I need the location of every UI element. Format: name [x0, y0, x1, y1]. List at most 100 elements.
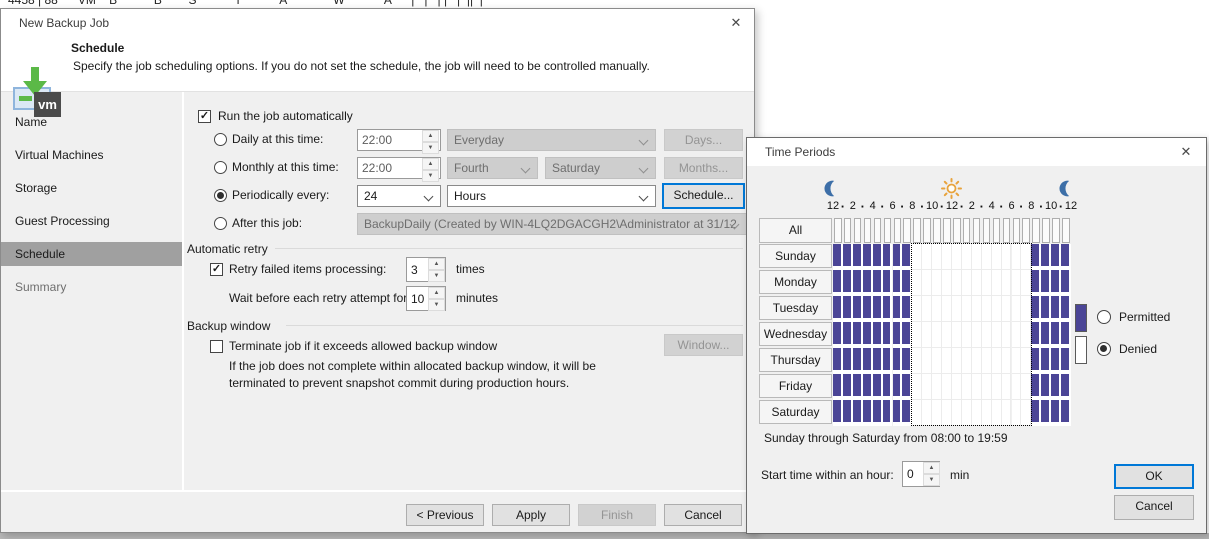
grid-cell[interactable] [1021, 348, 1031, 374]
grid-cell[interactable] [1051, 270, 1061, 296]
grid-cell[interactable] [992, 244, 1002, 270]
start-time-spinner[interactable]: ▲▼ [923, 462, 940, 486]
grid-cell[interactable] [853, 322, 863, 348]
grid-cell[interactable] [893, 270, 903, 296]
grid-cell[interactable] [952, 244, 962, 270]
hour-header-cell[interactable] [1032, 218, 1040, 243]
grid-cell[interactable] [982, 296, 992, 322]
grid-cell[interactable] [972, 322, 982, 348]
hour-header-cell[interactable] [973, 218, 981, 243]
grid-cell[interactable] [902, 400, 912, 426]
grid-cell[interactable] [982, 244, 992, 270]
grid-cell[interactable] [982, 374, 992, 400]
grid-cell[interactable] [873, 322, 883, 348]
grid-cell[interactable] [1021, 374, 1031, 400]
grid-cell[interactable] [1021, 400, 1031, 426]
grid-cell[interactable] [883, 400, 893, 426]
monthly-week-dropdown[interactable]: Fourth [447, 157, 538, 179]
grid-cell[interactable] [863, 374, 873, 400]
grid-cell[interactable] [1012, 400, 1022, 426]
grid-cell[interactable] [1002, 322, 1012, 348]
grid-cell[interactable] [992, 400, 1002, 426]
grid-cell[interactable] [972, 374, 982, 400]
sidebar-item-schedule[interactable]: Schedule [1, 242, 182, 266]
hour-header-cell[interactable] [1042, 218, 1050, 243]
grid-cell[interactable] [863, 400, 873, 426]
ok-button[interactable]: OK [1114, 464, 1194, 489]
day-cell-saturday[interactable]: Saturday [759, 400, 832, 424]
spin-down-icon[interactable]: ▼ [923, 474, 940, 486]
grid-cell[interactable] [863, 348, 873, 374]
grid-cell[interactable] [863, 244, 873, 270]
after-job-radio[interactable] [214, 217, 227, 230]
wait-minutes-spinner[interactable]: ▲▼ [428, 287, 445, 310]
grid-cell[interactable] [1021, 244, 1031, 270]
grid-cell[interactable] [902, 296, 912, 322]
grid-cell[interactable] [942, 348, 952, 374]
grid-cell[interactable] [843, 296, 853, 322]
months-button[interactable]: Months... [664, 157, 743, 179]
grid-cell[interactable] [1002, 270, 1012, 296]
hour-header-cell[interactable] [864, 218, 872, 243]
grid-cell[interactable] [922, 270, 932, 296]
grid-cell[interactable] [833, 270, 843, 296]
grid-cell[interactable] [912, 244, 922, 270]
grid-cell[interactable] [912, 400, 922, 426]
grid-cell[interactable] [972, 270, 982, 296]
denied-radio[interactable] [1097, 342, 1111, 356]
grid-cell[interactable] [1002, 296, 1012, 322]
grid-cell[interactable] [912, 348, 922, 374]
grid-cell[interactable] [1061, 244, 1071, 270]
grid-cell[interactable] [1061, 270, 1071, 296]
grid-cell[interactable] [873, 348, 883, 374]
grid-cell[interactable] [1041, 400, 1051, 426]
monthly-radio[interactable] [214, 161, 227, 174]
spin-up-icon[interactable]: ▲ [422, 158, 439, 170]
grid-cell[interactable] [982, 270, 992, 296]
grid-cell[interactable] [863, 296, 873, 322]
grid-cell[interactable] [972, 400, 982, 426]
grid-cell[interactable] [1021, 296, 1031, 322]
grid-cell[interactable] [853, 296, 863, 322]
grid-cell[interactable] [883, 270, 893, 296]
hour-header-cell[interactable] [943, 218, 951, 243]
grid-cell[interactable] [1041, 374, 1051, 400]
grid-cell[interactable] [853, 270, 863, 296]
finish-button[interactable]: Finish [578, 504, 656, 526]
spin-up-icon[interactable]: ▲ [923, 462, 940, 474]
hour-header-cell[interactable] [894, 218, 902, 243]
grid-cell[interactable] [1061, 400, 1071, 426]
grid-cell[interactable] [932, 244, 942, 270]
hour-header-cell[interactable] [913, 218, 921, 243]
hour-header-cell[interactable] [854, 218, 862, 243]
time-periods-titlebar[interactable]: Time Periods ✕ [747, 138, 1206, 166]
grid-cell[interactable] [922, 400, 932, 426]
grid-cell[interactable] [902, 374, 912, 400]
spin-up-icon[interactable]: ▲ [428, 287, 445, 299]
hour-header-cell[interactable] [993, 218, 1001, 243]
grid-cell[interactable] [962, 296, 972, 322]
day-cell-wednesday[interactable]: Wednesday [759, 322, 832, 346]
grid-cell[interactable] [1012, 374, 1022, 400]
grid-cell[interactable] [962, 348, 972, 374]
sidebar-item-name[interactable]: Name [1, 111, 182, 133]
grid-cell[interactable] [942, 270, 952, 296]
hour-header-cell[interactable] [983, 218, 991, 243]
grid-cell[interactable] [932, 296, 942, 322]
grid-cell[interactable] [972, 296, 982, 322]
grid-cell[interactable] [942, 374, 952, 400]
cancel-button[interactable]: Cancel [664, 504, 742, 526]
grid-cell[interactable] [972, 348, 982, 374]
spin-down-icon[interactable]: ▼ [422, 142, 439, 154]
grid-cell[interactable] [932, 400, 942, 426]
grid-cell[interactable] [1051, 400, 1061, 426]
grid-cell[interactable] [873, 296, 883, 322]
grid-cell[interactable] [1051, 348, 1061, 374]
periodically-radio[interactable] [214, 189, 227, 202]
grid-cell[interactable] [843, 322, 853, 348]
daily-time-spinner[interactable]: ▲▼ [422, 130, 439, 150]
close-icon[interactable]: ✕ [724, 12, 748, 34]
hour-header-cell[interactable] [1052, 218, 1060, 243]
spin-up-icon[interactable]: ▲ [422, 130, 439, 142]
grid-cell[interactable] [1031, 400, 1041, 426]
